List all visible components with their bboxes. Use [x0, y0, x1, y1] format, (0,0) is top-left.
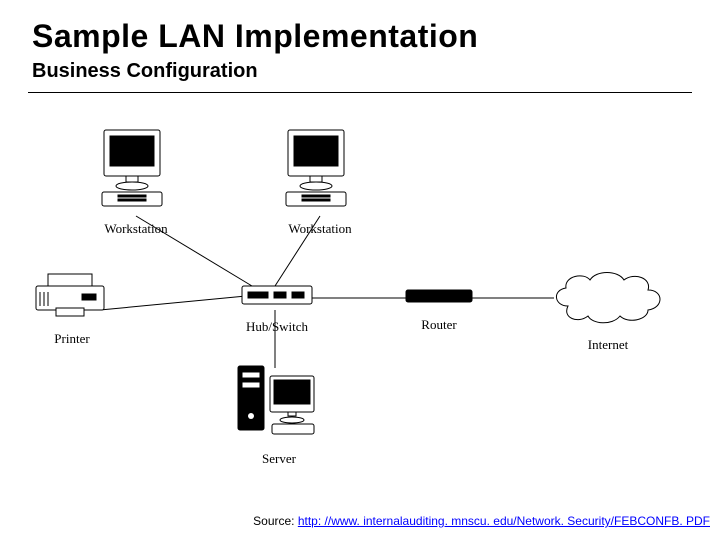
workstation-label-2: Workstation [280, 221, 360, 237]
printer-icon [34, 272, 110, 322]
server-label: Server [234, 451, 324, 467]
workstation-label-1: Workstation [96, 221, 176, 237]
workstation-icon [280, 126, 360, 212]
source-link[interactable]: http: //www. internalauditing. mnscu. ed… [298, 514, 710, 528]
printer-label: Printer [34, 331, 110, 347]
hub-switch-label: Hub/Switch [240, 319, 314, 335]
router-icon [404, 286, 474, 308]
printer-node: Printer [34, 272, 110, 347]
cloud-icon [548, 266, 668, 328]
workstation-node-2: Workstation [280, 126, 360, 237]
internet-label: Internet [548, 337, 668, 353]
router-node: Router [404, 286, 474, 333]
slide: Sample LAN Implementation Business Confi… [0, 0, 720, 540]
router-label: Router [404, 317, 474, 333]
hub-switch-node: Hub/Switch [240, 284, 314, 335]
source-label: Source: [253, 514, 298, 528]
workstation-icon [96, 126, 176, 212]
server-icon [234, 362, 324, 442]
internet-node: Internet [548, 266, 668, 353]
page-title: Sample LAN Implementation [32, 18, 478, 55]
source-citation: Source: http: //www. internalauditing. m… [0, 514, 710, 528]
server-node: Server [234, 362, 324, 467]
page-subtitle: Business Configuration [32, 60, 258, 83]
hub-switch-icon [240, 284, 314, 310]
workstation-node-1: Workstation [96, 126, 176, 237]
title-divider [28, 92, 692, 93]
network-diagram: Workstation Workstation [0, 100, 720, 480]
